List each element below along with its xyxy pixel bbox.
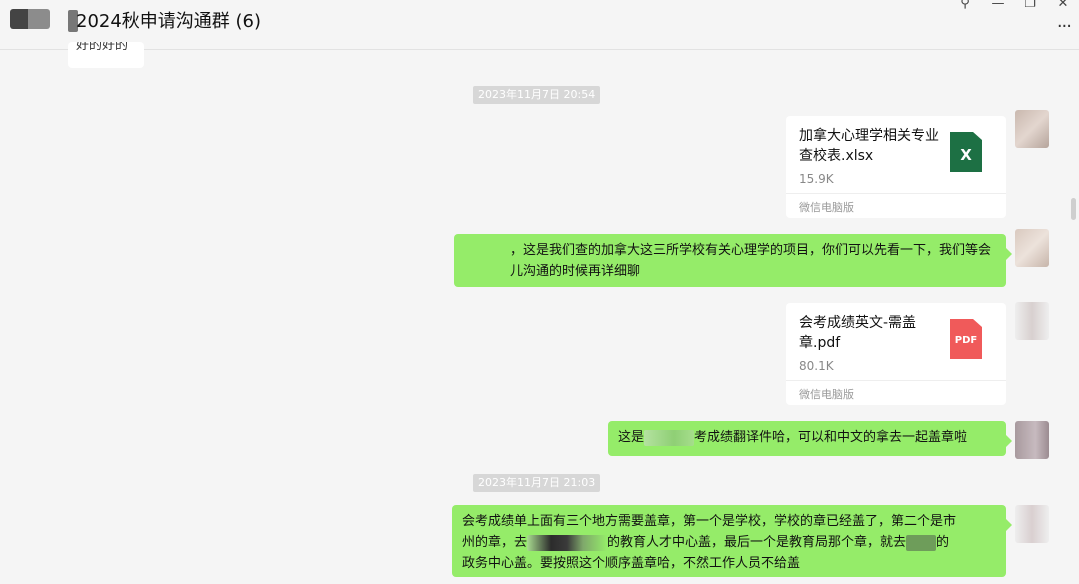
file-source: 微信电脑版 xyxy=(799,388,854,401)
sender-avatar[interactable] xyxy=(1015,505,1049,543)
redacted-block xyxy=(644,429,695,446)
partial-message-bubble[interactable]: 好的好的 xyxy=(68,42,144,68)
file-size: 80.1K xyxy=(799,359,834,373)
message-text: 州的章，去 xyxy=(462,535,528,550)
pdf-icon: PDF xyxy=(950,319,982,359)
more-options-icon[interactable]: ··· xyxy=(1057,16,1072,37)
chat-area[interactable]: 好的好的 2023年11月7日 20:54 加拿大心理学相关专业查校表.xlsx… xyxy=(0,42,1079,584)
redacted-block xyxy=(527,534,608,551)
timestamp: 2023年11月7日 21:03 xyxy=(473,474,601,492)
minimize-button[interactable]: — xyxy=(988,0,1008,11)
file-message-pdf[interactable]: 会考成绩英文-需盖章.pdf PDF 80.1K 微信电脑版 xyxy=(786,303,1006,405)
message-text: 的教育人才中心盖，最后一个是教育局那个章，就去 xyxy=(607,535,907,550)
text-message[interactable]: 会考成绩单上面有三个地方需要盖章，第一个是学校，学校的章已经盖了，第二个是市 州… xyxy=(452,505,1012,577)
sender-avatar[interactable] xyxy=(1015,421,1049,459)
message-text: 的 xyxy=(936,535,950,550)
group-avatar[interactable] xyxy=(10,9,50,29)
sender-avatar[interactable] xyxy=(1015,229,1049,267)
message-text: 这是 xyxy=(618,430,645,445)
title-bar: 2024秋申请沟通群 (6) ⚲ — ❐ ✕ ··· xyxy=(0,0,1079,50)
maximize-button[interactable]: ❐ xyxy=(1020,0,1040,11)
file-name: 会考成绩英文-需盖章.pdf xyxy=(799,315,917,351)
timestamp: 2023年11月7日 20:54 xyxy=(473,86,601,104)
chat-title: 2024秋申请沟通群 (6) xyxy=(76,11,262,32)
message-text: ，这是我们查的加拿大这三所学校有关心理学的项目，你们可以先看一下，我们等会儿沟通… xyxy=(510,243,992,279)
text-message[interactable]: 这是 考成绩翻译件哈，可以和中文的拿去一起盖章啦 xyxy=(608,421,1012,456)
excel-icon: X xyxy=(950,132,982,172)
divider xyxy=(786,380,1006,381)
message-text: 政务中心盖。要按照这个顺序盖章哈，不然工作人员不给盖 xyxy=(462,556,801,571)
sender-avatar[interactable] xyxy=(1015,302,1049,340)
close-button[interactable]: ✕ xyxy=(1053,0,1073,11)
pin-icon[interactable]: ⚲ xyxy=(955,0,975,11)
message-text: 考成绩翻译件哈，可以和中文的拿去一起盖章啦 xyxy=(694,430,968,445)
sender-avatar[interactable] xyxy=(1015,110,1049,148)
text-message[interactable]: ，这是我们查的加拿大这三所学校有关心理学的项目，你们可以先看一下，我们等会儿沟通… xyxy=(454,234,1012,287)
redacted-block xyxy=(906,534,937,551)
file-size: 15.9K xyxy=(799,172,834,186)
partial-message-text: 好的好的 xyxy=(76,42,129,53)
message-text: 会考成绩单上面有三个地方需要盖章，第一个是学校，学校的章已经盖了，第二个是市 xyxy=(462,514,957,529)
divider xyxy=(786,193,1006,194)
scrollbar[interactable] xyxy=(1071,198,1076,220)
file-message-xlsx[interactable]: 加拿大心理学相关专业查校表.xlsx X 15.9K 微信电脑版 xyxy=(786,116,1006,218)
file-name: 加拿大心理学相关专业查校表.xlsx xyxy=(799,128,939,164)
file-source: 微信电脑版 xyxy=(799,201,854,214)
